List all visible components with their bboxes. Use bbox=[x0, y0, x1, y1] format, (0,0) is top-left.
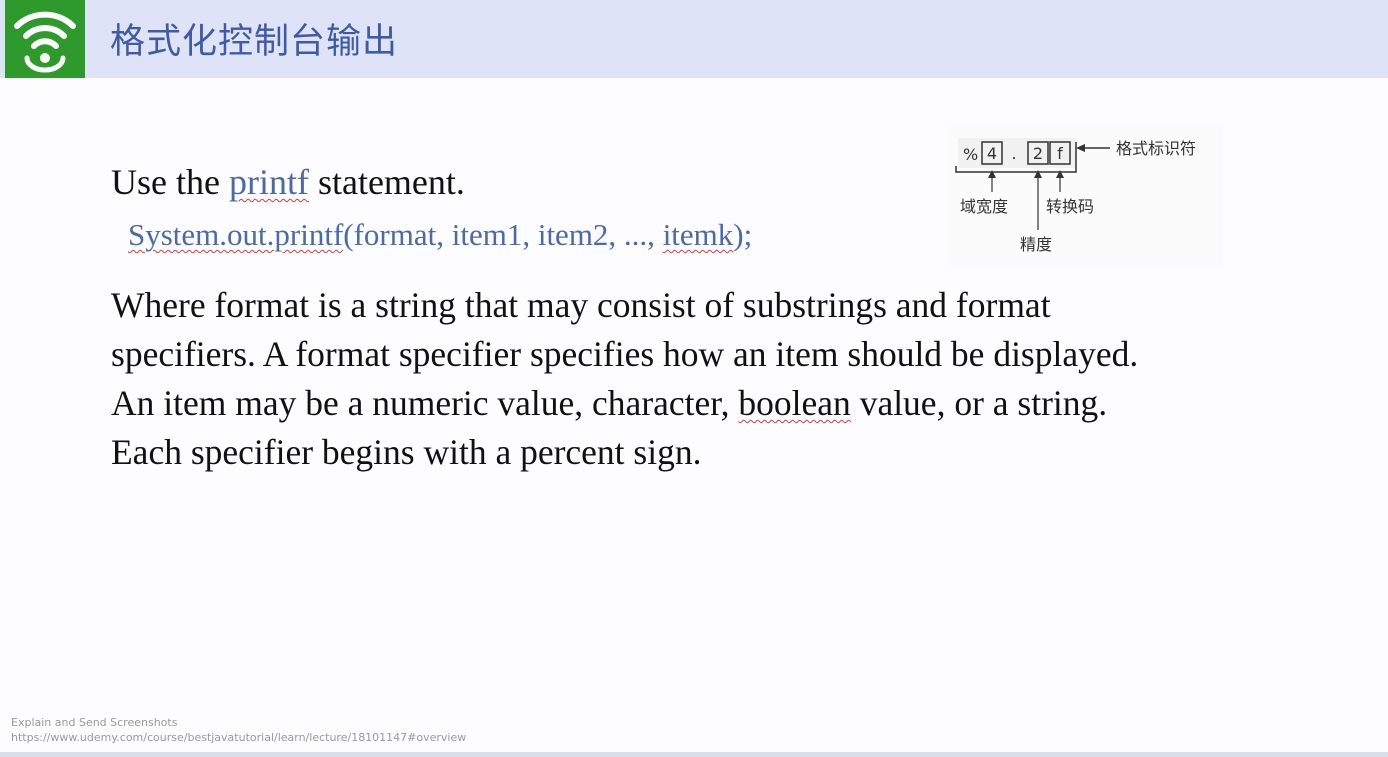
slide: 格式化控制台输出 Use the printf statement. Syste… bbox=[0, 0, 1388, 752]
code-method: System.out.printf bbox=[128, 217, 344, 252]
slide-title: 格式化控制台输出 bbox=[110, 22, 399, 62]
wifi-logo-icon bbox=[5, 0, 85, 78]
boolean-word: boolean bbox=[738, 383, 851, 423]
label-conversion: 转换码 bbox=[1046, 197, 1094, 216]
label-format-specifier: 格式标识符 bbox=[1116, 139, 1196, 158]
description-paragraph: Where format is a string that may consis… bbox=[111, 281, 1331, 477]
intro-prefix: Use the bbox=[111, 162, 229, 202]
paragraph-line: specifiers. A format specifier specifies… bbox=[111, 334, 1139, 374]
paragraph-line3-c: value, or a string. bbox=[850, 383, 1108, 423]
dot-char: . bbox=[1011, 144, 1016, 163]
footer-url: https://www.udemy.com/course/bestjavatut… bbox=[11, 731, 467, 744]
bottom-bar bbox=[0, 752, 1388, 757]
intro-suffix: statement. bbox=[308, 162, 465, 202]
paragraph-line: Each specifier begins with a percent sig… bbox=[111, 432, 702, 472]
code-last-item: itemk bbox=[662, 217, 734, 252]
paragraph-line3-a: An item may be a numeric value, characte… bbox=[111, 383, 739, 423]
code-suffix: ); bbox=[733, 217, 753, 252]
footer-caption: Explain and Send Screenshots bbox=[11, 716, 178, 729]
width-digit: 4 bbox=[987, 144, 997, 163]
precision-digit: 2 bbox=[1033, 144, 1043, 163]
percent-sign: % bbox=[963, 145, 978, 164]
label-precision: 精度 bbox=[1020, 235, 1052, 254]
code-example: System.out.printf(format, item1, item2, … bbox=[128, 214, 752, 256]
intro-line: Use the printf statement. bbox=[111, 160, 465, 204]
slide-header: 格式化控制台输出 bbox=[0, 0, 1388, 78]
code-args: (format, item1, item2, ..., bbox=[343, 217, 663, 252]
format-specifier-diagram: % 4 . 2 f 格式标识符 域宽度 转换码 精度 bbox=[948, 126, 1223, 266]
label-field-width: 域宽度 bbox=[960, 197, 1008, 216]
paragraph-line: An item may be a numeric value, characte… bbox=[111, 379, 1331, 428]
conversion-char: f bbox=[1057, 144, 1063, 163]
paragraph-line: Where format is a string that may consis… bbox=[111, 285, 1051, 325]
printf-keyword: printf bbox=[228, 162, 309, 202]
